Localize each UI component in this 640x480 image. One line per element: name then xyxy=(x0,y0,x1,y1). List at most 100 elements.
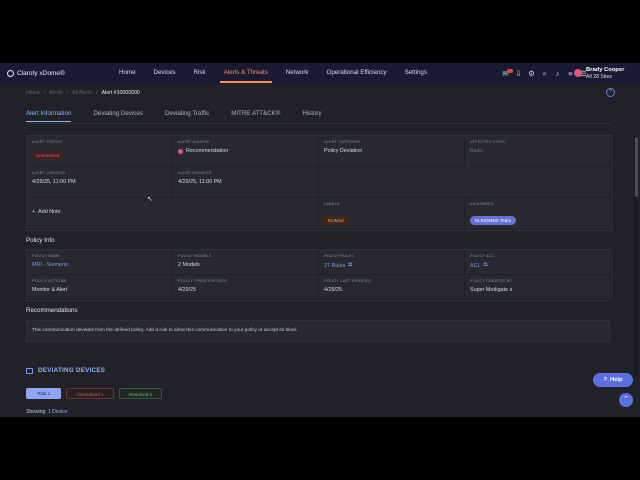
nav-devices[interactable]: Devices xyxy=(145,63,185,84)
breadcrumb-all-alerts[interactable]: All Alerts xyxy=(72,90,92,96)
plus-icon: + xyxy=(32,209,36,215)
avatar[interactable] xyxy=(574,69,582,77)
showing-device-count[interactable]: 1 Device xyxy=(48,409,67,415)
logo[interactable]: Claroty xDome® xyxy=(7,70,102,77)
alert-updated-label: ALERT UPDATED xyxy=(178,171,212,175)
scrollbar-thumb[interactable] xyxy=(635,137,638,197)
alert-source-label: ALERT SOURCE xyxy=(178,140,210,144)
settings-icon[interactable]: ⚙ xyxy=(527,69,536,78)
alert-status-cell: ALERT STATUS Unresolved xyxy=(27,136,173,167)
labels-row: BioMed xyxy=(324,209,459,227)
breadcrumb-home[interactable]: Home xyxy=(26,90,40,96)
alert-source-value-row: Recommendation xyxy=(178,148,313,154)
user-name: Brady Cooper xyxy=(586,67,625,73)
filter-total-button[interactable]: Total 1 xyxy=(26,388,61,399)
alert-category-value: Policy Deviation xyxy=(324,148,363,154)
label-chip[interactable]: BioMed xyxy=(324,216,348,225)
breadcrumb-alerts[interactable]: Alerts xyxy=(49,90,62,96)
bell-icon[interactable]: ♪ xyxy=(553,69,562,78)
policy-rules-value: 27 Rules xyxy=(324,262,346,269)
help-button[interactable]: ? Help xyxy=(593,373,633,387)
policy-last-updated-value: 4/29/25 xyxy=(324,287,342,293)
alert-tabs: Alert Information Deviating Devices Devi… xyxy=(26,110,344,122)
breadcrumb-separator: / xyxy=(66,90,69,96)
tab-deviating-devices[interactable]: Deviating Devices xyxy=(93,110,143,122)
recommendation-text: This communication deviates from the def… xyxy=(26,320,610,342)
policy-acl-cell: POLICY ACL ACL ⧉ xyxy=(465,250,611,275)
recommendation-icon xyxy=(178,148,183,154)
add-note-label: Add Note xyxy=(38,209,61,215)
labels-label: LABELS xyxy=(324,202,340,206)
alert-status-label: ALERT STATUS xyxy=(32,140,62,144)
search-icon[interactable]: ⌕ xyxy=(540,69,549,78)
affected-sites-value: Basic xyxy=(470,148,484,154)
alert-created-label: ALERT CREATED xyxy=(32,171,66,175)
policy-info-title: Policy Info xyxy=(26,237,55,244)
alert-created-cell: ALERT CREATED 4/29/25, 11:00 PM xyxy=(27,167,173,198)
monitor-icon xyxy=(26,367,33,374)
question-icon: ? xyxy=(603,377,607,383)
scroll-to-top-button[interactable]: ⌃ xyxy=(619,393,633,407)
logo-icon xyxy=(7,70,14,77)
add-note-button[interactable]: + Add Note xyxy=(32,209,313,215)
app-frame: Claroty xDome® Home Devices Risk Alerts … xyxy=(0,63,640,417)
nav-alerts-threats[interactable]: Alerts & Threats xyxy=(215,63,277,84)
info-icon[interactable]: ? xyxy=(606,88,615,97)
status-badge: Unresolved xyxy=(32,151,64,160)
policy-created-by-cell: POLICY CREATED BY Super Medigate s xyxy=(465,275,611,300)
breadcrumb: Home / Alerts / All Alerts / Alert #1000… xyxy=(26,90,140,96)
policy-creation-value: 4/29/25 xyxy=(178,287,196,293)
main-nav: Home Devices Risk Alerts & Threats Netwo… xyxy=(110,63,436,84)
nav-operational-efficiency[interactable]: Operational Efficiency xyxy=(318,63,396,84)
breadcrumb-current: Alert #10000000 xyxy=(101,90,140,96)
affected-sites-label: AFFECTED SITES xyxy=(470,140,505,144)
download-icon[interactable]: ⇩ xyxy=(514,69,523,78)
labels-cell: LABELS BioMed xyxy=(319,198,465,230)
tab-mitre-attack[interactable]: MITRE ATT&CK® xyxy=(231,110,280,122)
alert-updated-cell: ALERT UPDATED 4/29/25, 11:00 PM xyxy=(173,167,319,198)
assignee-chip[interactable]: IS BIOMED Team xyxy=(470,216,517,225)
nav-settings[interactable]: Settings xyxy=(396,63,436,84)
policy-rules-label: POLICY RULES xyxy=(324,254,354,258)
alert-category-label: ALERT CATEGORY xyxy=(324,140,361,144)
tab-history[interactable]: History xyxy=(302,110,321,122)
top-navigation-bar: Claroty xDome® Home Devices Risk Alerts … xyxy=(0,63,640,84)
breadcrumb-separator: / xyxy=(96,90,98,96)
breadcrumb-separator: / xyxy=(43,90,46,96)
filter-unresolved-button[interactable]: Unresolved 1 xyxy=(66,388,114,399)
policy-models-cell: POLICY MODELS 2 Models xyxy=(173,250,319,275)
alert-category-cell: ALERT CATEGORY Policy Deviation xyxy=(319,136,465,167)
nav-risk[interactable]: Risk xyxy=(185,63,215,84)
help-button-label: Help xyxy=(609,377,623,383)
user-menu[interactable]: Brady Cooper All 28 Sites xyxy=(586,67,630,80)
nav-home[interactable]: Home xyxy=(110,63,145,84)
recommendations-title: Recommendations xyxy=(26,307,78,314)
policy-name-label: POLICY NAME xyxy=(32,254,61,258)
affected-sites-cell: AFFECTED SITES Basic xyxy=(465,136,611,167)
filter-resolved-button[interactable]: Resolved 0 xyxy=(119,388,162,399)
assignees-label: ASSIGNEES xyxy=(470,202,494,206)
tab-deviating-traffic[interactable]: Deviating Traffic xyxy=(165,110,209,122)
policy-info-grid: POLICY NAME MRI - Siemens POLICY MODELS … xyxy=(26,249,612,301)
showing-count: Showing: 1 Device xyxy=(26,409,67,415)
policy-last-updated-cell: POLICY LAST UPDATED 4/29/25 xyxy=(319,275,465,300)
alert-source-value: Recommendation xyxy=(186,148,229,154)
policy-models-value: 2 Models xyxy=(178,262,200,268)
alert-created-value: 4/29/25, 11:00 PM xyxy=(32,179,76,185)
policy-acl-link[interactable]: ACL ⧉ xyxy=(470,262,605,269)
policy-actions-cell: POLICY ACTIONS Monitor & Alert xyxy=(27,275,173,300)
alert-updated-value: 4/29/25, 11:00 PM xyxy=(178,179,222,185)
policy-actions-label: POLICY ACTIONS xyxy=(32,279,67,283)
policy-rules-link[interactable]: 27 Rules ⧉ xyxy=(324,262,459,269)
policy-created-by-value: Super Medigate s xyxy=(470,287,513,293)
logo-text: Claroty xDome® xyxy=(17,70,65,77)
user-sites: All 28 Sites xyxy=(586,73,612,80)
notifications-icon[interactable]: ✉ xyxy=(501,69,513,78)
add-note-cell: + Add Note xyxy=(27,198,319,230)
assignees-row: IS BIOMED Team xyxy=(470,209,605,227)
policy-acl-label: POLICY ACL xyxy=(470,254,495,258)
tab-alert-information[interactable]: Alert Information xyxy=(26,110,72,122)
policy-name-link[interactable]: MRI - Siemens xyxy=(32,262,167,268)
policy-creation-label: POLICY CREATION DATE xyxy=(178,279,228,283)
nav-network[interactable]: Network xyxy=(277,63,318,84)
